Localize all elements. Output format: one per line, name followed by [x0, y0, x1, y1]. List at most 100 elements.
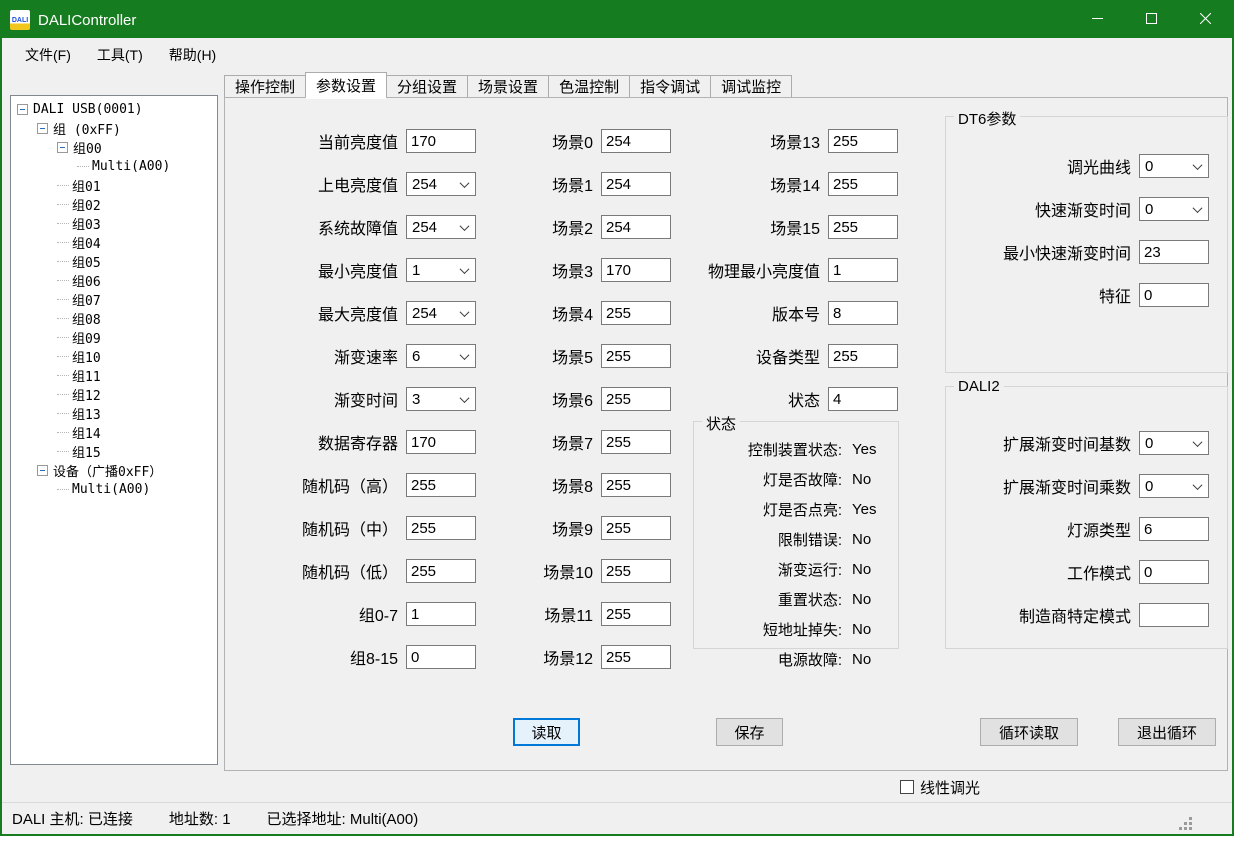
- tree-item[interactable]: DALI USB(0001): [11, 100, 217, 119]
- tree-item[interactable]: Multi(A00): [11, 480, 217, 499]
- value-input[interactable]: [828, 387, 898, 411]
- collapse-toggle-icon[interactable]: [37, 123, 48, 134]
- tab-3[interactable]: 分组设置: [386, 75, 468, 97]
- close-button[interactable]: [1178, 2, 1232, 38]
- dropdown[interactable]: 1: [406, 258, 476, 282]
- value-input[interactable]: [601, 172, 671, 196]
- tree-item-label: 组09: [72, 328, 101, 347]
- field-label: 最小亮度值: [245, 258, 398, 282]
- tab-2[interactable]: 参数设置: [305, 72, 387, 99]
- value-input[interactable]: [601, 516, 671, 540]
- value-input[interactable]: [406, 430, 476, 454]
- value-input[interactable]: [1139, 560, 1209, 584]
- dropdown[interactable]: 0: [1139, 154, 1209, 178]
- value-input[interactable]: [828, 129, 898, 153]
- tree-item[interactable]: 组03: [11, 214, 217, 233]
- tab-6[interactable]: 指令调试: [629, 75, 711, 97]
- tree-item[interactable]: 组02: [11, 195, 217, 214]
- value-input[interactable]: [601, 301, 671, 325]
- tree-item[interactable]: 组11: [11, 366, 217, 385]
- value-input[interactable]: [601, 473, 671, 497]
- resize-grip[interactable]: [1189, 827, 1192, 830]
- parameters-tab-panel: 当前亮度值上电亮度值254系统故障值254最小亮度值1最大亮度值254渐变速率6…: [224, 97, 1228, 771]
- value-input[interactable]: [828, 215, 898, 239]
- value-input[interactable]: [828, 258, 898, 282]
- dropdown[interactable]: 254: [406, 172, 476, 196]
- exit-loop-button[interactable]: 退出循环: [1118, 718, 1216, 746]
- tab-4[interactable]: 场景设置: [467, 75, 549, 97]
- tree-item[interactable]: 组13: [11, 404, 217, 423]
- value-input[interactable]: [601, 602, 671, 626]
- value-input[interactable]: [1139, 603, 1209, 627]
- value-input[interactable]: [828, 172, 898, 196]
- param-row: 最大亮度值254: [245, 301, 476, 325]
- dropdown[interactable]: 0: [1139, 197, 1209, 221]
- tree-item[interactable]: 组01: [11, 176, 217, 195]
- tree-item-label: 组00: [73, 138, 102, 157]
- menu-item-3[interactable]: 帮助(H): [156, 38, 229, 72]
- maximize-button[interactable]: [1124, 2, 1178, 38]
- tab-7[interactable]: 调试监控: [710, 75, 792, 97]
- param-row: 调光曲线0: [946, 153, 1227, 179]
- read-button[interactable]: 读取: [513, 718, 580, 746]
- tree-item[interactable]: 组00: [11, 138, 217, 157]
- value-input[interactable]: [601, 559, 671, 583]
- tab-5[interactable]: 色温控制: [548, 75, 630, 97]
- dropdown[interactable]: 254: [406, 301, 476, 325]
- dropdown[interactable]: 0: [1139, 474, 1209, 498]
- dropdown[interactable]: 6: [406, 344, 476, 368]
- value-input[interactable]: [406, 645, 476, 669]
- menu-item-2[interactable]: 工具(T): [84, 38, 156, 72]
- value-input[interactable]: [828, 301, 898, 325]
- tab-1[interactable]: 操作控制: [224, 75, 306, 97]
- value-input[interactable]: [601, 387, 671, 411]
- tree-item[interactable]: 组15: [11, 442, 217, 461]
- window-controls: [1070, 2, 1232, 38]
- value-input[interactable]: [406, 602, 476, 626]
- value-input[interactable]: [601, 344, 671, 368]
- param-row: 数据寄存器: [245, 430, 476, 454]
- collapse-toggle-icon[interactable]: [57, 142, 68, 153]
- device-tree[interactable]: DALI USB(0001)组 (0xFF)组00Multi(A00)组01组0…: [10, 95, 218, 765]
- tree-item[interactable]: 组05: [11, 252, 217, 271]
- menu-item-1[interactable]: 文件(F): [12, 38, 84, 72]
- loop-read-button[interactable]: 循环读取: [980, 718, 1078, 746]
- value-input[interactable]: [1139, 240, 1209, 264]
- value-input[interactable]: [1139, 283, 1209, 307]
- collapse-toggle-icon[interactable]: [17, 104, 28, 115]
- collapse-toggle-icon[interactable]: [37, 465, 48, 476]
- tree-item[interactable]: 组14: [11, 423, 217, 442]
- value-input[interactable]: [601, 215, 671, 239]
- minimize-button[interactable]: [1070, 2, 1124, 38]
- tree-item[interactable]: 组12: [11, 385, 217, 404]
- tree-item[interactable]: 组04: [11, 233, 217, 252]
- value-input[interactable]: [601, 129, 671, 153]
- tree-item[interactable]: 组 (0xFF): [11, 119, 217, 138]
- value-input[interactable]: [406, 516, 476, 540]
- param-row: 场景10: [513, 559, 671, 583]
- dropdown[interactable]: 0: [1139, 431, 1209, 455]
- value-input[interactable]: [406, 473, 476, 497]
- value-input[interactable]: [406, 559, 476, 583]
- tree-item[interactable]: 组06: [11, 271, 217, 290]
- value-input[interactable]: [406, 129, 476, 153]
- value-input[interactable]: [601, 258, 671, 282]
- tree-item[interactable]: 设备（广播0xFF）: [11, 461, 217, 480]
- dropdown[interactable]: 254: [406, 215, 476, 239]
- save-button[interactable]: 保存: [716, 718, 783, 746]
- value-input[interactable]: [828, 344, 898, 368]
- chevron-down-icon: [1193, 480, 1203, 490]
- field-label: 系统故障值: [245, 215, 398, 239]
- dropdown[interactable]: 3: [406, 387, 476, 411]
- tree-item[interactable]: 组08: [11, 309, 217, 328]
- tree-item[interactable]: 组10: [11, 347, 217, 366]
- tree-item[interactable]: 组09: [11, 328, 217, 347]
- linear-dimming-checkbox[interactable]: 线性调光: [900, 777, 980, 797]
- tree-item[interactable]: 组07: [11, 290, 217, 309]
- param-row: 随机码（中）: [245, 516, 476, 540]
- status-label: 限制错误:: [694, 529, 842, 550]
- value-input[interactable]: [601, 645, 671, 669]
- tree-item[interactable]: Multi(A00): [11, 157, 217, 176]
- value-input[interactable]: [1139, 517, 1209, 541]
- value-input[interactable]: [601, 430, 671, 454]
